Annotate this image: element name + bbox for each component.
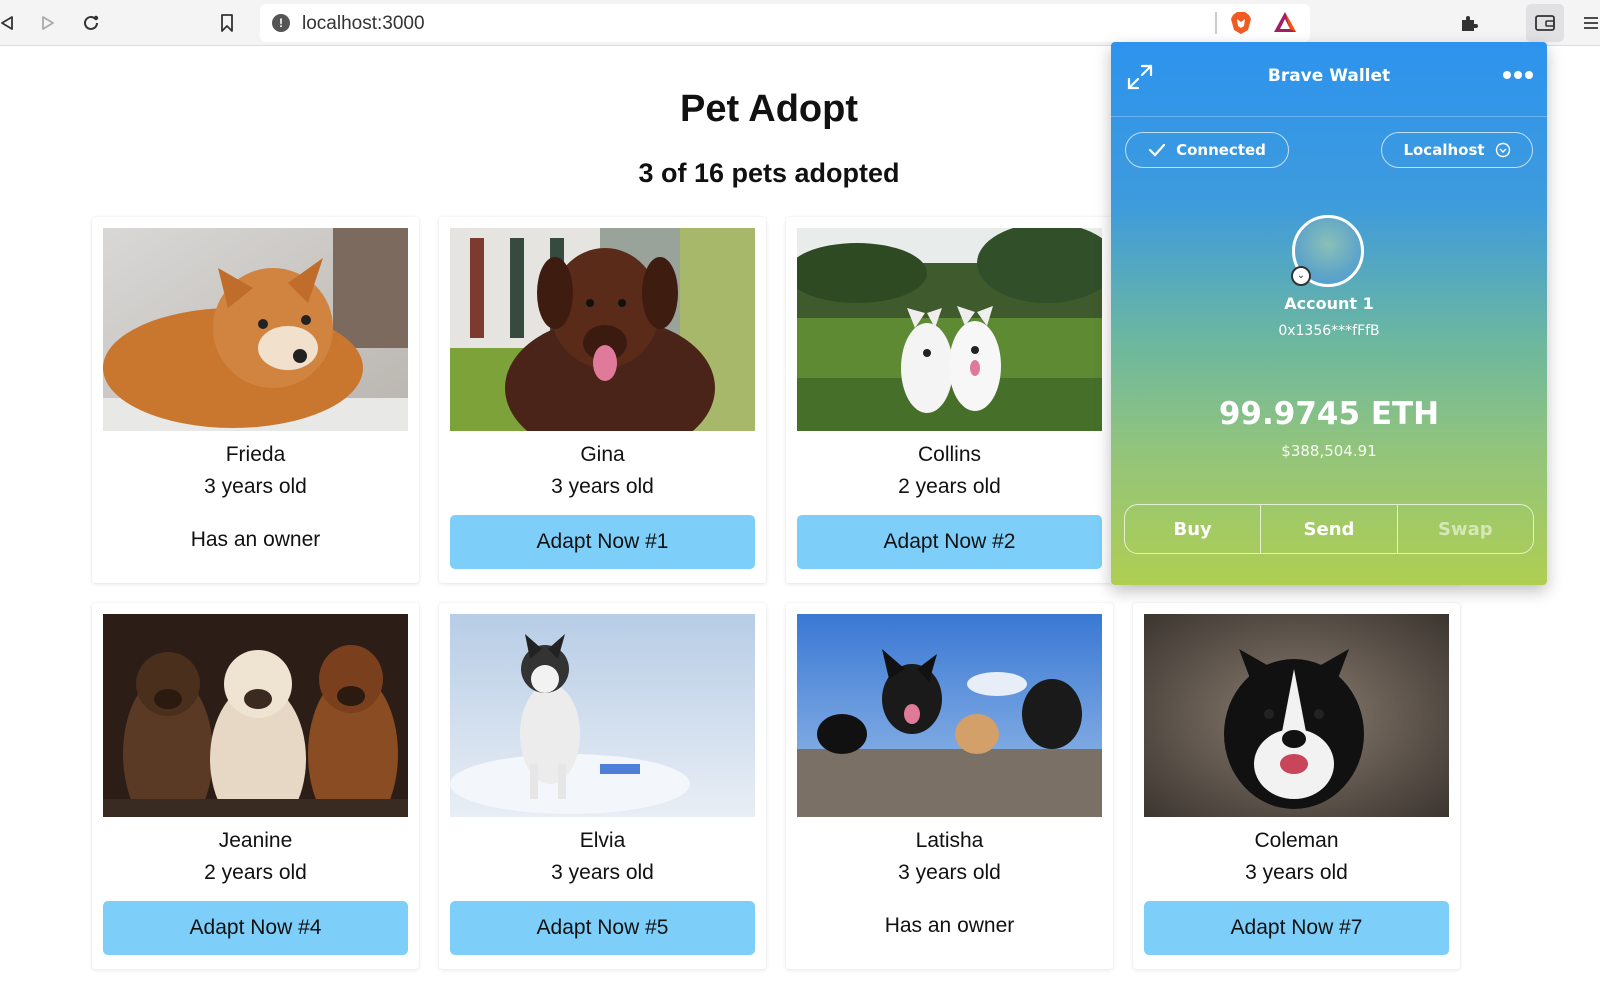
wallet-title: Brave Wallet (1267, 66, 1391, 86)
browser-toolbar: ! localhost:3000 (0, 0, 1600, 46)
back-icon[interactable] (0, 10, 20, 36)
pet-age: 3 years old (551, 475, 654, 498)
wallet-icon (1532, 10, 1558, 36)
pet-photo (797, 228, 1102, 431)
address-bar[interactable]: ! localhost:3000 (260, 4, 1310, 42)
pet-age: 2 years old (898, 475, 1001, 498)
pet-photo (450, 614, 755, 817)
wallet-toolbar-button[interactable] (1526, 4, 1564, 42)
pet-name: Collins (917, 443, 982, 466)
pet-card: Collins 2 years old Adapt Now #2 (786, 217, 1113, 583)
menu-icon[interactable] (1578, 10, 1600, 36)
adopt-button[interactable]: Adapt Now #4 (103, 901, 408, 955)
crypto-balance: 99.9745 ETH (1218, 396, 1440, 432)
account-switch-icon[interactable]: ⌄ (1291, 266, 1311, 286)
owner-status: Has an owner (884, 914, 1015, 937)
brave-wallet-panel: Brave Wallet Connected Localhost ⌄ Accou… (1111, 42, 1547, 585)
wallet-header: Brave Wallet (1111, 42, 1547, 117)
send-button[interactable]: Send (1261, 505, 1398, 553)
connected-status-button[interactable]: Connected (1125, 132, 1289, 168)
pet-card: Coleman 3 years old Adapt Now #7 (1133, 603, 1460, 969)
wallet-actions: Buy Send Swap (1124, 504, 1534, 554)
pet-card: Gina 3 years old Adapt Now #1 (439, 217, 766, 583)
pet-name: Coleman (1254, 829, 1339, 852)
brave-shields-icon[interactable] (1228, 10, 1254, 36)
reload-icon[interactable] (78, 10, 104, 36)
pet-age: 3 years old (204, 475, 307, 498)
adopt-button[interactable]: Adapt Now #5 (450, 901, 755, 955)
pet-name: Latisha (915, 829, 984, 852)
account-address[interactable]: 0x1356***fFfB (1111, 323, 1547, 339)
chevron-down-icon (1495, 142, 1510, 158)
adopt-button[interactable]: Adapt Now #2 (797, 515, 1102, 569)
check-icon (1148, 143, 1166, 157)
url-separator (1215, 12, 1217, 34)
pet-card: Jeanine 2 years old Adapt Now #4 (92, 603, 419, 969)
connected-label: Connected (1176, 141, 1266, 159)
bookmark-icon[interactable] (214, 10, 240, 36)
network-selector[interactable]: Localhost (1381, 132, 1533, 168)
pet-photo (103, 228, 408, 431)
owner-status: Has an owner (190, 528, 321, 551)
pet-photo (450, 228, 755, 431)
pet-name: Jeanine (218, 829, 293, 852)
pet-name: Frieda (225, 443, 286, 466)
fiat-balance: $388,504.91 (1281, 442, 1377, 460)
pet-age: 2 years old (204, 861, 307, 884)
pet-card: Elvia 3 years old Adapt Now #5 (439, 603, 766, 969)
pet-card: Frieda 3 years old Has an owner (92, 217, 419, 583)
account-name: Account 1 (1284, 294, 1374, 313)
url-text[interactable]: localhost:3000 (302, 13, 425, 35)
network-label: Localhost (1403, 141, 1485, 159)
pet-photo (1144, 614, 1449, 817)
forward-icon[interactable] (35, 10, 61, 36)
more-options-icon[interactable] (1503, 71, 1533, 79)
pet-card: Latisha 3 years old Has an owner (786, 603, 1113, 969)
adopt-button[interactable]: Adapt Now #1 (450, 515, 755, 569)
brave-rewards-icon[interactable] (1272, 10, 1298, 36)
site-info-icon[interactable]: ! (272, 14, 290, 32)
pet-name: Elvia (579, 829, 626, 852)
swap-button[interactable]: Swap (1398, 505, 1533, 553)
adopt-button[interactable]: Adapt Now #7 (1144, 901, 1449, 955)
pet-photo (797, 614, 1102, 817)
pet-age: 3 years old (551, 861, 654, 884)
pet-age: 3 years old (898, 861, 1001, 884)
pet-photo (103, 614, 408, 817)
pet-age: 3 years old (1245, 861, 1348, 884)
extensions-icon[interactable] (1456, 10, 1482, 36)
pet-name: Gina (580, 443, 625, 466)
buy-button[interactable]: Buy (1125, 505, 1262, 553)
